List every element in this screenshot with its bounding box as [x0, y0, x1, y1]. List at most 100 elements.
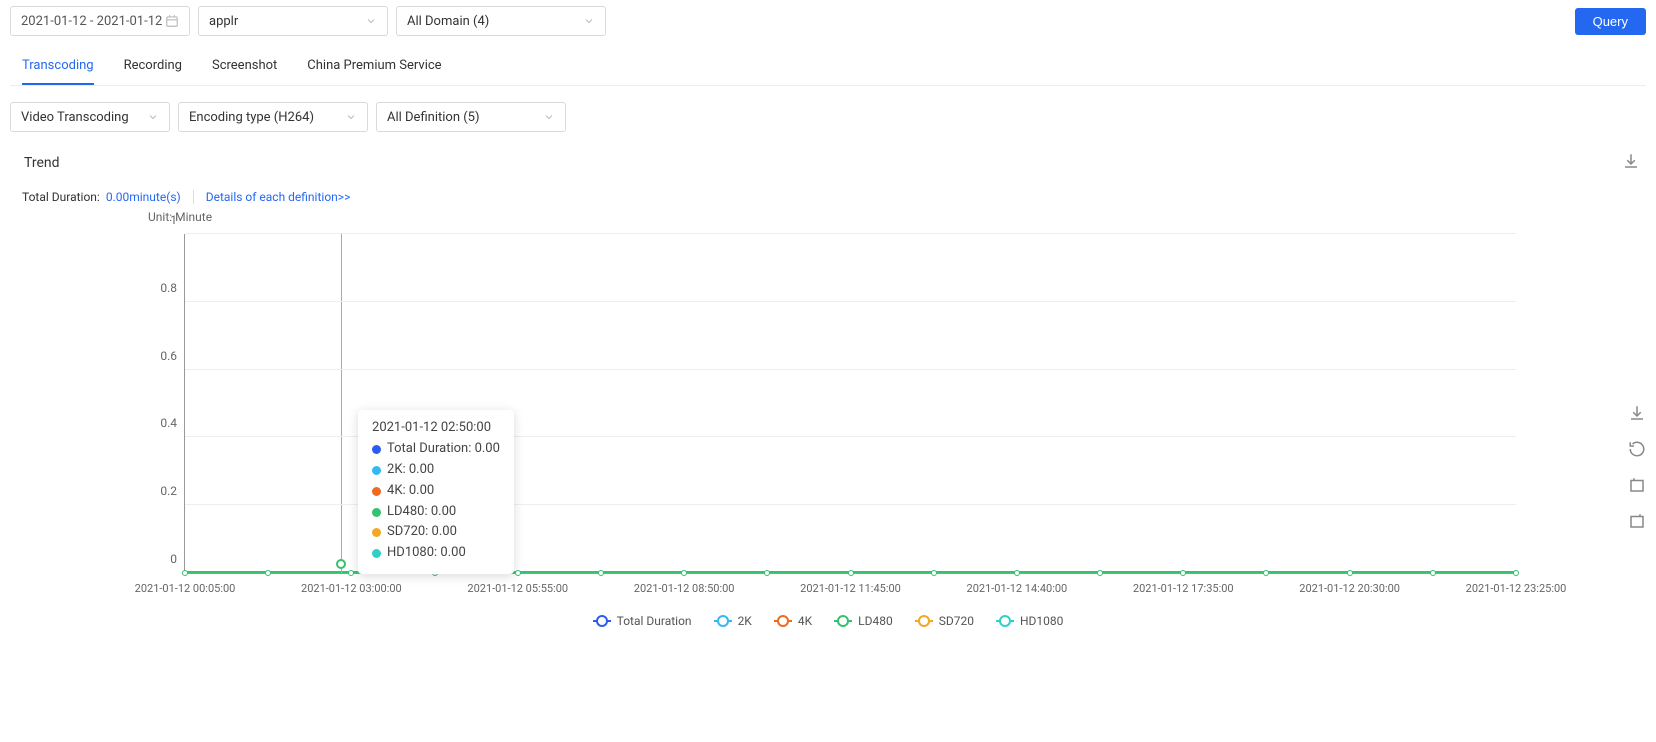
chevron-down-icon	[147, 111, 159, 123]
series-point	[931, 570, 937, 576]
query-button[interactable]: Query	[1575, 8, 1646, 35]
app-select[interactable]: applr	[198, 6, 388, 36]
legend-marker-icon	[714, 617, 732, 625]
series-point	[848, 570, 854, 576]
chart-area[interactable]: 2021-01-12 02:50:00 Total Duration: 0.00…	[140, 214, 1516, 594]
x-tick-label: 2021-01-12 17:35:00	[1133, 582, 1234, 595]
y-tick-label: 0.2	[143, 484, 177, 498]
legend-item[interactable]: Total Duration	[593, 614, 692, 628]
tooltip-time: 2021-01-12 02:50:00	[372, 420, 500, 435]
legend-item[interactable]: 2K	[714, 614, 752, 628]
encoding-type-value: Encoding type (H264)	[189, 110, 314, 125]
series-point	[764, 570, 770, 576]
tooltip-item: HD1080: 0.00	[372, 543, 500, 564]
tooltip-item: 4K: 0.00	[372, 481, 500, 502]
chevron-down-icon	[365, 15, 377, 27]
tooltip-item: Total Duration: 0.00	[372, 439, 500, 460]
tooltip-item-label: 4K: 0.00	[387, 481, 434, 502]
chart-toolbar	[1628, 404, 1646, 534]
color-dot-icon	[372, 549, 381, 558]
color-dot-icon	[372, 508, 381, 517]
series-point	[681, 570, 687, 576]
series-point	[598, 570, 604, 576]
calendar-icon	[165, 14, 179, 28]
tab-recording[interactable]: Recording	[124, 48, 182, 85]
legend-item[interactable]: LD480	[834, 614, 893, 628]
rect-2-icon[interactable]	[1628, 512, 1646, 534]
x-tick-label: 2021-01-12 23:25:00	[1466, 582, 1567, 595]
legend-marker-icon	[593, 617, 611, 625]
legend-label: HD1080	[1020, 614, 1063, 628]
tab-transcoding[interactable]: Transcoding	[22, 48, 94, 85]
rect-1-icon[interactable]	[1628, 476, 1646, 498]
series-point	[265, 570, 271, 576]
y-tick-label: 0.8	[143, 281, 177, 295]
gridline	[185, 369, 1516, 370]
chart-highlight-point	[336, 559, 346, 569]
date-range-picker[interactable]: 2021-01-12 - 2021-01-12	[10, 6, 190, 36]
details-link[interactable]: Details of each definition>>	[206, 190, 351, 204]
tooltip-item-label: 2K: 0.00	[387, 460, 434, 481]
domain-select[interactable]: All Domain (4)	[396, 6, 606, 36]
refresh-icon[interactable]	[1628, 440, 1646, 462]
x-tick-label: 2021-01-12 20:30:00	[1299, 582, 1400, 595]
chevron-down-icon	[345, 111, 357, 123]
x-tick-label: 2021-01-12 05:55:00	[467, 582, 568, 595]
color-dot-icon	[372, 466, 381, 475]
legend-label: SD720	[939, 614, 974, 628]
series-point	[1430, 570, 1436, 576]
tooltip-item-label: SD720: 0.00	[387, 522, 457, 543]
gridline	[185, 301, 1516, 302]
trend-title: Trend	[16, 155, 60, 171]
save-image-icon[interactable]	[1628, 404, 1646, 426]
y-tick-label: 0	[143, 552, 177, 566]
legend-label: LD480	[858, 614, 893, 628]
tooltip-item-label: Total Duration: 0.00	[387, 439, 500, 460]
tab-screenshot[interactable]: Screenshot	[212, 48, 277, 85]
video-transcoding-select[interactable]: Video Transcoding	[10, 102, 170, 132]
date-range-value: 2021-01-12 - 2021-01-12	[21, 14, 162, 29]
series-point	[1263, 570, 1269, 576]
legend-label: 2K	[738, 614, 752, 628]
series-point	[1097, 570, 1103, 576]
series-point	[1014, 570, 1020, 576]
legend-marker-icon	[915, 617, 933, 625]
video-transcoding-value: Video Transcoding	[21, 110, 129, 125]
color-dot-icon	[372, 445, 381, 454]
series-point	[1513, 570, 1519, 576]
tooltip-item-label: LD480: 0.00	[387, 502, 456, 523]
series-point	[1347, 570, 1353, 576]
series-point	[182, 570, 188, 576]
total-duration-value: 0.00minute(s)	[106, 190, 181, 204]
x-tick-label: 2021-01-12 08:50:00	[634, 582, 735, 595]
tab-china-premium-service[interactable]: China Premium Service	[307, 48, 441, 85]
all-definition-select[interactable]: All Definition (5)	[376, 102, 566, 132]
color-dot-icon	[372, 487, 381, 496]
chart-cursor-line	[341, 234, 342, 573]
series-point	[348, 570, 354, 576]
legend-item[interactable]: HD1080	[996, 614, 1063, 628]
legend-marker-icon	[774, 617, 792, 625]
tooltip-item: SD720: 0.00	[372, 522, 500, 543]
chevron-down-icon	[583, 15, 595, 27]
total-duration-label: Total Duration:	[22, 190, 100, 204]
encoding-type-select[interactable]: Encoding type (H264)	[178, 102, 368, 132]
legend-item[interactable]: 4K	[774, 614, 812, 628]
color-dot-icon	[372, 528, 381, 537]
y-tick-label: 0.6	[143, 349, 177, 363]
divider	[193, 190, 194, 204]
x-tick-label: 2021-01-12 14:40:00	[967, 582, 1068, 595]
y-tick-label: 1	[143, 213, 177, 227]
tooltip-item-label: HD1080: 0.00	[387, 543, 466, 564]
chart-legend: Total Duration 2K 4K LD480 SD720 HD1080	[10, 614, 1646, 628]
chevron-down-icon	[543, 111, 555, 123]
legend-marker-icon	[996, 617, 1014, 625]
series-point	[1180, 570, 1186, 576]
tabs: Transcoding Recording Screenshot China Prem…	[10, 48, 1646, 86]
all-definition-value: All Definition (5)	[387, 110, 480, 125]
legend-item[interactable]: SD720	[915, 614, 974, 628]
app-select-value: applr	[209, 14, 238, 29]
chart-tooltip: 2021-01-12 02:50:00 Total Duration: 0.00…	[358, 410, 514, 574]
download-icon[interactable]	[1622, 152, 1640, 174]
x-tick-label: 2021-01-12 00:05:00	[135, 582, 236, 595]
